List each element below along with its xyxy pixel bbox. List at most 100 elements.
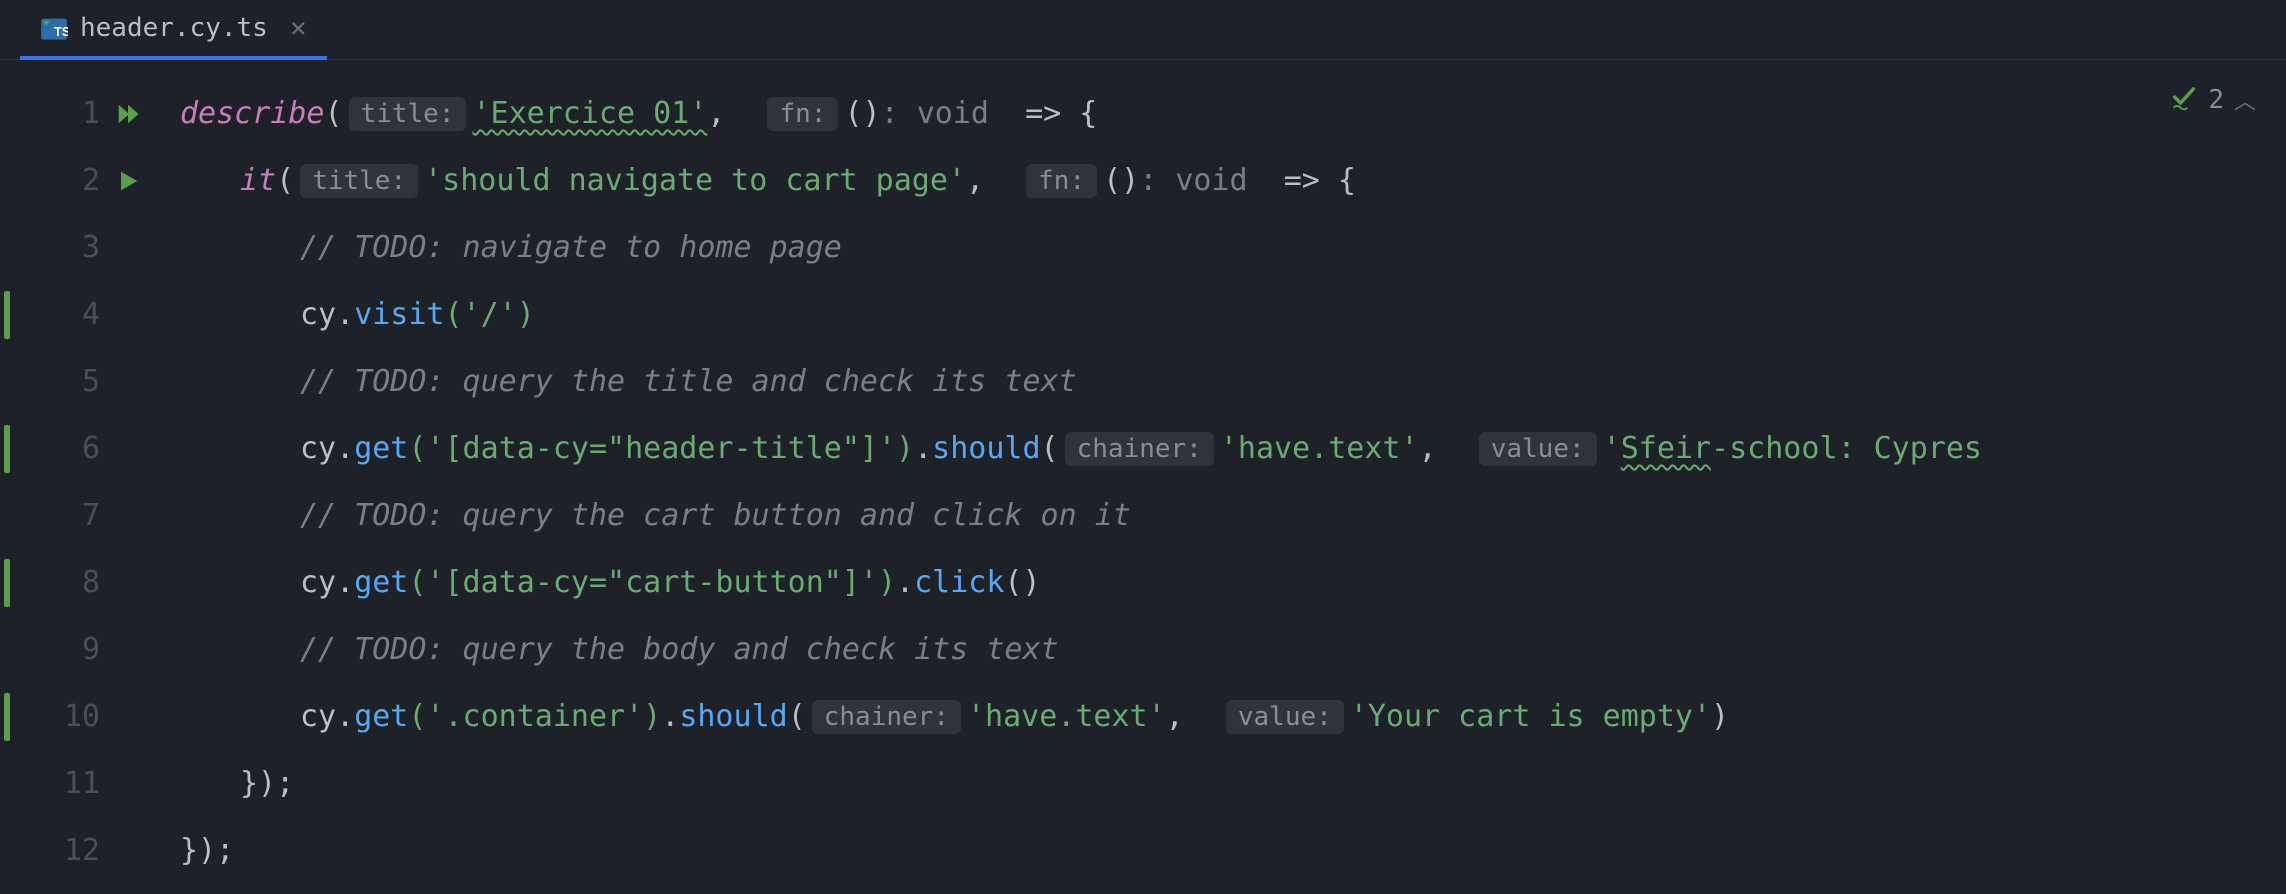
gutter: 1 2 3 4 5 6 7 [0, 60, 160, 894]
token-string: ('[data-cy="cart-button"]') [408, 565, 896, 600]
vcs-change-marker[interactable] [4, 559, 10, 607]
token-string: -school: Cypres [1711, 431, 1982, 466]
token: cy [300, 297, 336, 332]
code-line[interactable]: // TODO: navigate to home page [180, 214, 2286, 281]
line-number: 12 [60, 833, 100, 868]
token-string: ('.container') [408, 699, 661, 734]
gutter-row[interactable]: 5 [0, 348, 160, 415]
code-line[interactable]: // TODO: query the title and check its t… [180, 348, 2286, 415]
vcs-change-marker[interactable] [4, 425, 10, 473]
token: , [1419, 431, 1437, 466]
code-line[interactable]: cy.get('.container').should(chainer:'hav… [180, 683, 2286, 750]
code-line[interactable]: describe(title:'Exercice 01', fn:(): voi… [180, 80, 2286, 147]
inlay-hint-fn: fn: [767, 97, 838, 131]
token-method: should [679, 699, 787, 734]
vcs-change-marker[interactable] [4, 291, 10, 339]
gutter-spacer [114, 569, 142, 597]
inlay-hint-value: value: [1226, 700, 1344, 734]
token: ( [276, 163, 294, 198]
line-number: 8 [60, 565, 100, 600]
token: }); [240, 766, 294, 801]
token: . [661, 699, 679, 734]
gutter-row[interactable]: 7 [0, 482, 160, 549]
token: . [336, 431, 354, 466]
code-editor[interactable]: 2 ︿ describe(title:'Exercice 01', fn:():… [160, 60, 2286, 894]
run-all-icon[interactable] [114, 100, 142, 128]
token-method: visit [354, 297, 444, 332]
gutter-row[interactable]: 2 [0, 147, 160, 214]
close-icon[interactable]: × [290, 11, 307, 44]
token: ( [1041, 431, 1059, 466]
token-method: get [354, 699, 408, 734]
inlay-hint-fn: fn: [1026, 164, 1097, 198]
token: . [336, 565, 354, 600]
code-line[interactable]: it(title:'should navigate to cart page',… [180, 147, 2286, 214]
vcs-change-marker[interactable] [4, 693, 10, 741]
token-method: get [354, 565, 408, 600]
code-line[interactable]: // TODO: query the body and check its te… [180, 616, 2286, 683]
gutter-spacer [114, 770, 142, 798]
token-describe: describe [180, 96, 325, 131]
gutter-row[interactable]: 10 [0, 683, 160, 750]
line-number: 6 [60, 431, 100, 466]
token: ( [788, 699, 806, 734]
code-line[interactable]: cy.visit('/') [180, 281, 2286, 348]
token: . [914, 431, 932, 466]
token-comment: // TODO: query the title and check its t… [300, 364, 1077, 399]
inlay-hint-chainer: chainer: [812, 700, 961, 734]
token: => { [989, 96, 1097, 131]
token: . [336, 699, 354, 734]
token: , [707, 96, 725, 131]
gutter-spacer [114, 435, 142, 463]
gutter-row[interactable]: 11 [0, 750, 160, 817]
token-string: 'have.text' [1220, 431, 1419, 466]
line-number: 9 [60, 632, 100, 667]
code-line[interactable]: }); [180, 817, 2286, 884]
gutter-row[interactable]: 8 [0, 549, 160, 616]
inlay-hint-title: title: [300, 164, 418, 198]
tab-header-cy-ts[interactable]: TS header.cy.ts × [20, 0, 327, 60]
token: , [1166, 699, 1184, 734]
code-line[interactable]: }); [180, 750, 2286, 817]
line-number: 7 [60, 498, 100, 533]
token: ( [325, 96, 343, 131]
gutter-spacer [114, 502, 142, 530]
inlay-hint-title: title: [349, 97, 467, 131]
token-it: it [240, 163, 276, 198]
token-string: 'should navigate to cart page' [424, 163, 966, 198]
inlay-return-type: : void [881, 96, 989, 131]
gutter-row[interactable]: 12 [0, 817, 160, 884]
line-number: 5 [60, 364, 100, 399]
code-line[interactable]: cy.get('[data-cy="header-title"]').shoul… [180, 415, 2286, 482]
editor-area: 1 2 3 4 5 6 7 [0, 60, 2286, 894]
token: cy [300, 431, 336, 466]
token: () [844, 96, 880, 131]
code-line[interactable]: cy.get('[data-cy="cart-button"]').click(… [180, 549, 2286, 616]
gutter-row[interactable]: 1 [0, 80, 160, 147]
run-icon[interactable] [114, 167, 142, 195]
token-method: get [354, 431, 408, 466]
typescript-file-icon: TS [40, 14, 68, 42]
token-comment: // TODO: query the body and check its te… [300, 632, 1059, 667]
token-string: ' [1603, 431, 1621, 466]
token-method: click [914, 565, 1004, 600]
line-number: 2 [60, 163, 100, 198]
code-line[interactable]: // TODO: query the cart button and click… [180, 482, 2286, 549]
line-number: 4 [60, 297, 100, 332]
token-string: 'Your cart is empty' [1350, 699, 1711, 734]
token: => { [1248, 163, 1356, 198]
tab-label: header.cy.ts [80, 13, 268, 43]
token: cy [300, 699, 336, 734]
gutter-row[interactable]: 6 [0, 415, 160, 482]
token-string: 'Exercice 01' [472, 96, 707, 131]
gutter-row[interactable]: 3 [0, 214, 160, 281]
token-comment: // TODO: query the cart button and click… [300, 498, 1131, 533]
inlay-return-type: : void [1139, 163, 1247, 198]
gutter-row[interactable]: 4 [0, 281, 160, 348]
token: . [336, 297, 354, 332]
token-string: ('[data-cy="header-title"]') [408, 431, 914, 466]
gutter-row[interactable]: 9 [0, 616, 160, 683]
gutter-spacer [114, 636, 142, 664]
gutter-spacer [114, 234, 142, 262]
inlay-hint-value: value: [1479, 432, 1597, 466]
